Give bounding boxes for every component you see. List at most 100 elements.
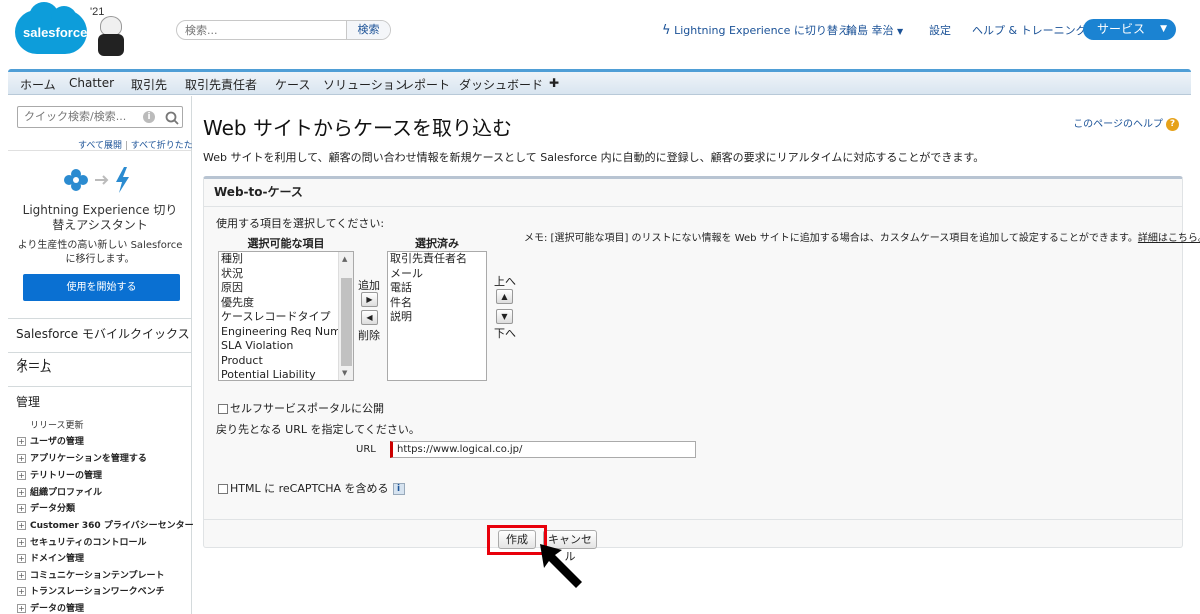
tab-accounts[interactable]: 取引先 xyxy=(131,76,167,93)
lightning-transition-panel: Lightning Experience 切り替えアシスタント より生産性の高い… xyxy=(8,150,191,310)
listbox-scrollbar[interactable]: ▲ ▼ xyxy=(338,252,353,380)
list-item[interactable]: Potential Liability xyxy=(219,368,353,380)
sidebar-item-domain-management[interactable]: + ドメイン管理 xyxy=(17,551,84,564)
list-item[interactable]: 取引先責任者名 xyxy=(388,252,486,267)
user-menu[interactable]: 輪島 幸治 ▼ xyxy=(846,22,903,38)
list-item[interactable]: メール xyxy=(388,267,486,282)
tab-home[interactable]: ホーム xyxy=(20,76,56,93)
expand-icon: + xyxy=(17,604,26,613)
available-fields-listbox[interactable]: 種別 状況 原因 優先度 ケースレコードタイプ Engineering Req … xyxy=(218,251,354,381)
search-icon[interactable] xyxy=(163,109,181,127)
help-training-link[interactable]: ヘルプ & トレーニング xyxy=(972,22,1087,38)
sidebar-item-privacy-center[interactable]: + Customer 360 プライバシーセンター xyxy=(17,518,194,531)
tab-cases[interactable]: ケース xyxy=(275,76,310,93)
list-item[interactable]: 件名 xyxy=(388,296,486,311)
lightning-assistant-title: Lightning Experience 切り替えアシスタント xyxy=(22,203,178,232)
sidebar-item-territory[interactable]: + テリトリーの管理 xyxy=(17,468,102,481)
field-select-instruction: 使用する項目を選択してください: xyxy=(216,217,385,230)
expand-icon: + xyxy=(17,488,26,497)
more-info-link[interactable]: 詳細はこちら。 xyxy=(1138,233,1200,244)
tab-dashboards[interactable]: ダッシュボード xyxy=(459,76,543,93)
self-service-checkbox[interactable] xyxy=(218,404,228,414)
page-title: Web サイトからケースを取り込む xyxy=(203,116,512,140)
expand-icon: + xyxy=(17,504,26,513)
list-item[interactable]: 説明 xyxy=(388,310,486,325)
move-up-button[interactable]: ▲ xyxy=(496,289,513,304)
list-item[interactable]: 原因 xyxy=(219,281,353,296)
web-to-case-panel: Web-to-ケース 使用する項目を選択してください: 選択可能な項目 選択済み… xyxy=(203,176,1200,549)
list-item[interactable]: 種別 xyxy=(219,252,353,267)
switch-to-lightning-link[interactable]: ϟ Lightning Experience に切り替え xyxy=(662,22,849,38)
expand-icon: + xyxy=(17,454,26,463)
recaptcha-checkbox[interactable] xyxy=(218,484,228,494)
tab-add-icon[interactable]: ✚ xyxy=(549,76,559,90)
quick-search-input[interactable] xyxy=(24,110,134,123)
salesforce-logo[interactable]: salesforce xyxy=(15,2,87,56)
add-arrow-button[interactable]: ▶ xyxy=(361,292,378,307)
list-item[interactable]: 優先度 xyxy=(219,296,353,311)
list-item[interactable]: ケースレコードタイプ xyxy=(219,310,353,325)
page-description: Web サイトを利用して、顧客の問い合わせ情報を新規ケースとして Salesfo… xyxy=(203,151,985,164)
tab-contacts[interactable]: 取引先責任者 xyxy=(185,76,257,93)
tab-chatter[interactable]: Chatter xyxy=(69,76,114,90)
expand-icon: + xyxy=(17,437,26,446)
setup-link[interactable]: 設定 xyxy=(929,22,951,38)
lightning-bolt-icon: ϟ xyxy=(662,23,671,38)
self-service-portal-option: セルフサービスポータルに公開 xyxy=(218,400,384,416)
tab-solutions[interactable]: ソリューション xyxy=(323,76,407,93)
info-icon[interactable]: i xyxy=(143,111,155,123)
caret-down-icon: ▼ xyxy=(897,27,904,36)
get-started-button[interactable]: 使用を開始する xyxy=(23,274,180,301)
sidebar-item-translation-workbench[interactable]: + トランスレーションワークベンチ xyxy=(17,584,165,597)
app-menu-button[interactable]: サービス ▼ xyxy=(1083,19,1176,40)
sidebar-item-data-classification[interactable]: + データ分類 xyxy=(17,501,75,514)
list-item[interactable]: 電話 xyxy=(388,281,486,296)
recaptcha-option: HTML に reCAPTCHA を含める i xyxy=(218,480,405,496)
return-url-input[interactable]: https://www.logical.co.jp/ xyxy=(390,441,696,458)
sidebar-item-manage-apps[interactable]: + アプリケーションを管理する xyxy=(17,451,147,464)
move-down-button[interactable]: ▼ xyxy=(496,309,513,324)
release-updates-link[interactable]: リリース更新 xyxy=(30,418,84,431)
page-help-link[interactable]: このページのヘルプ? xyxy=(1073,115,1179,131)
sidebar-item-user-management[interactable]: + ユーザの管理 xyxy=(17,434,84,447)
global-header: salesforce '21 検索 ϟ Lightning Experience… xyxy=(0,0,1200,68)
scroll-down-icon: ▼ xyxy=(342,369,348,377)
sidebar-home-link[interactable]: ホーム xyxy=(8,352,191,382)
expand-icon: + xyxy=(17,471,26,480)
info-icon[interactable]: i xyxy=(392,483,405,495)
transition-icons xyxy=(64,167,129,193)
panel-footer xyxy=(204,519,1182,549)
global-search: 検索 xyxy=(176,20,391,40)
mobile-quickstart-link[interactable]: Salesforce モバイルクイックスタート xyxy=(8,318,191,371)
selected-fields-heading: 選択済み xyxy=(415,237,459,250)
classic-flower-icon xyxy=(64,169,88,191)
list-item[interactable]: SLA Violation xyxy=(219,339,353,354)
add-label: 追加 xyxy=(358,279,380,292)
sidebar-item-security-controls[interactable]: + セキュリティのコントロール xyxy=(17,535,146,548)
sidebar-item-data-management[interactable]: + データの管理 xyxy=(17,601,84,614)
sidebar-item-communication-templates[interactable]: + コミュニケーションテンプレート xyxy=(17,568,165,581)
list-item[interactable]: Engineering Req Number xyxy=(219,325,353,340)
memo-note: メモ: [選択可能な項目] のリストにない情報を Web サイトに追加する場合は… xyxy=(524,229,1200,244)
list-item[interactable]: 状況 xyxy=(219,267,353,282)
main-content: Web サイトからケースを取り込む このページのヘルプ? Web サイトを利用し… xyxy=(193,96,1200,614)
tab-reports[interactable]: レポート xyxy=(402,76,450,93)
quick-search: i xyxy=(17,106,183,128)
sidebar-item-company-profile[interactable]: + 組織プロファイル xyxy=(17,485,102,498)
remove-arrow-button[interactable]: ◀ xyxy=(361,310,378,325)
caret-down-icon: ▼ xyxy=(1160,24,1167,34)
global-search-input[interactable] xyxy=(185,23,345,38)
global-search-button[interactable]: 検索 xyxy=(346,21,390,39)
tab-bar: ホーム Chatter 取引先 取引先責任者 ケース ソリューション レポート … xyxy=(8,69,1191,95)
selected-fields-listbox[interactable]: 取引先責任者名 メール 電話 件名 説明 xyxy=(387,251,487,381)
mascot-image: '21 xyxy=(88,6,130,58)
expand-icon: + xyxy=(17,571,26,580)
list-item[interactable]: Product xyxy=(219,354,353,369)
down-label: 下へ xyxy=(494,327,516,340)
expand-icon: + xyxy=(17,554,26,563)
pointer-arrow-icon xyxy=(540,544,582,588)
arrow-right-icon xyxy=(95,175,109,185)
available-fields-heading: 選択可能な項目 xyxy=(247,237,325,250)
url-label: URL xyxy=(356,444,376,455)
panel-title: Web-to-ケース xyxy=(204,179,1182,207)
